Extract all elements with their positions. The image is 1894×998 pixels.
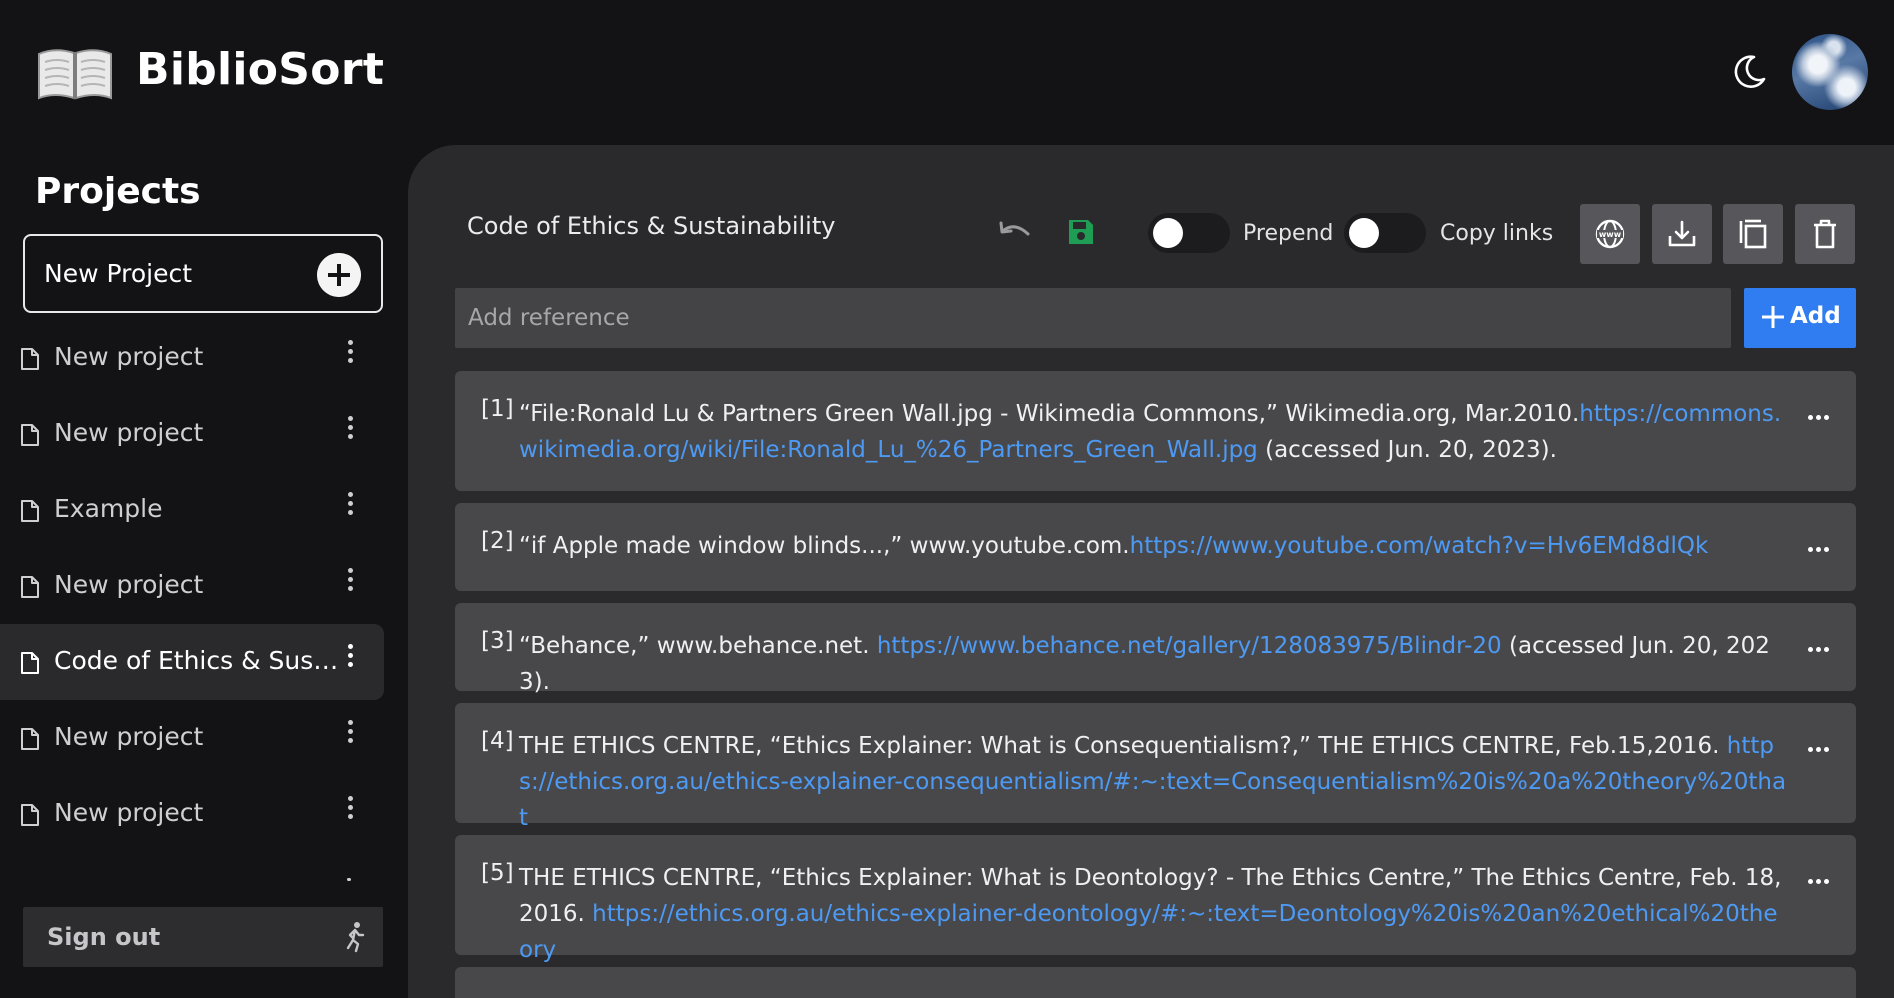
reference-list: [1] “File:Ronald Lu & Partners Green Wal… <box>455 371 1856 998</box>
prepend-toggle[interactable] <box>1148 213 1230 253</box>
reference-card: [5] THE ETHICS CENTRE, “Ethics Explainer… <box>455 835 1856 963</box>
copy-icon <box>1739 219 1767 249</box>
kebab-menu-icon[interactable] <box>344 492 356 522</box>
copy-links-label: Copy links <box>1440 221 1554 246</box>
reference-link[interactable]: https://ethics.org.au/ethics-explainer-d… <box>519 901 1777 963</box>
reference-card: [1] “File:Ronald Lu & Partners Green Wal… <box>455 371 1856 491</box>
kebab-menu-icon[interactable] <box>344 568 356 598</box>
project-name: New project <box>54 418 204 447</box>
more-options-icon[interactable] <box>1808 405 1832 420</box>
sign-out-label: Sign out <box>47 923 161 951</box>
delete-project-button[interactable] <box>1795 204 1855 264</box>
reference-text: “Behance,” www.behance.net. https://www.… <box>519 628 1789 700</box>
new-project-label: New Project <box>44 259 193 288</box>
reference-text: “File:Ronald Lu & Partners Green Wall.jp… <box>519 396 1789 468</box>
add-reference-input[interactable] <box>455 288 1731 348</box>
reference-number: [2] <box>481 528 514 554</box>
reference-text: “if Apple made window blinds...,” www.yo… <box>519 528 1789 564</box>
open-book-icon <box>38 49 112 100</box>
copy-links-toggle[interactable] <box>1344 213 1426 253</box>
plus-icon <box>1762 306 1784 328</box>
file-icon <box>21 576 39 598</box>
kebab-menu-icon[interactable] <box>344 644 356 674</box>
more-options-icon[interactable] <box>1808 869 1832 884</box>
download-icon <box>1668 220 1696 247</box>
plus-circle-icon <box>317 253 361 297</box>
running-person-icon <box>346 922 365 953</box>
avatar[interactable] <box>1792 34 1868 110</box>
reference-link[interactable]: https://www.behance.net/gallery/12808397… <box>877 633 1502 659</box>
more-options-icon[interactable] <box>1808 737 1832 752</box>
more-options-icon[interactable] <box>1808 637 1832 652</box>
file-icon <box>21 804 39 826</box>
download-button[interactable] <box>1652 204 1712 264</box>
sidebar-title: Projects <box>35 171 201 212</box>
reference-number: [3] <box>481 628 514 654</box>
globe-www-icon: www <box>1595 219 1625 249</box>
app-header: BiblioSort <box>0 0 1894 145</box>
reference-body: “File:Ronald Lu & Partners Green Wall.jp… <box>519 401 1580 427</box>
more-options-icon[interactable] <box>1808 537 1832 552</box>
web-search-button[interactable]: www <box>1580 204 1640 264</box>
reference-card: [4] THE ETHICS CENTRE, “Ethics Explainer… <box>455 703 1856 831</box>
reference-number: [5] <box>481 860 514 886</box>
sidebar-item-project-5[interactable]: Code of Ethics & Sustainability <box>0 624 384 700</box>
reference-body: THE ETHICS CENTRE, “Ethics Explainer: Wh… <box>519 733 1727 759</box>
project-name: Code of Ethics & Sustainability <box>54 646 339 675</box>
sidebar-item-project-2[interactable]: New project <box>0 396 384 472</box>
reference-body: “Behance,” www.behance.net. <box>519 633 877 659</box>
sidebar-item-project-1[interactable]: New project <box>0 320 384 396</box>
project-name: Example <box>54 494 163 523</box>
sidebar-item-project-3[interactable]: Example <box>0 472 384 548</box>
save-icon[interactable] <box>1067 218 1095 246</box>
sign-out-button[interactable]: Sign out <box>23 907 383 967</box>
moon-icon[interactable] <box>1730 53 1768 91</box>
reference-text: THE ETHICS CENTRE, “Ethics Explainer: Wh… <box>519 728 1789 836</box>
kebab-menu-icon[interactable] <box>344 340 356 370</box>
reference-card: [3] “Behance,” www.behance.net. https://… <box>455 603 1856 695</box>
copy-all-button[interactable] <box>1723 204 1783 264</box>
sidebar-item-project-4[interactable]: New project <box>0 548 384 624</box>
new-project-button[interactable]: New Project <box>23 234 383 313</box>
file-icon <box>21 424 39 446</box>
undo-icon[interactable] <box>998 218 1032 244</box>
reference-number: [1] <box>481 396 514 422</box>
project-name: New project <box>54 798 204 827</box>
project-list: New project New project Example New proj… <box>0 320 408 852</box>
reference-card: [2] “if Apple made window blinds...,” ww… <box>455 503 1856 591</box>
reference-card-partial <box>455 967 1856 998</box>
add-button-label: Add <box>1790 303 1841 329</box>
prepend-label: Prepend <box>1243 221 1334 246</box>
kebab-menu-icon[interactable] <box>344 720 356 750</box>
scroll-overflow-hint <box>347 878 351 881</box>
sidebar: Projects New Project New project New pro… <box>0 145 408 998</box>
file-icon <box>21 348 39 370</box>
reference-accessed: (accessed Jun. 20, 2023). <box>1257 437 1557 463</box>
project-name: New project <box>54 722 204 751</box>
kebab-menu-icon[interactable] <box>344 796 356 826</box>
file-icon <box>21 500 39 522</box>
file-icon <box>21 728 39 750</box>
svg-text:www: www <box>1599 230 1622 239</box>
project-title: Code of Ethics & Sustainability <box>467 212 836 240</box>
project-name: New project <box>54 570 204 599</box>
reference-text: THE ETHICS CENTRE, “Ethics Explainer: Wh… <box>519 860 1789 968</box>
project-name: New project <box>54 342 204 371</box>
add-reference-button[interactable]: Add <box>1744 288 1856 348</box>
reference-link[interactable]: https://www.youtube.com/watch?v=Hv6EMd8d… <box>1130 533 1709 559</box>
file-icon <box>21 652 39 674</box>
sidebar-item-project-6[interactable]: New project <box>0 700 384 776</box>
trash-icon <box>1814 219 1836 249</box>
reference-body: “if Apple made window blinds...,” www.yo… <box>519 533 1130 559</box>
main-panel: Code of Ethics & Sustainability Prepend … <box>408 145 1894 998</box>
app-title: BiblioSort <box>136 44 385 95</box>
kebab-menu-icon[interactable] <box>344 416 356 446</box>
reference-number: [4] <box>481 728 514 754</box>
sidebar-item-project-7[interactable]: New project <box>0 776 384 852</box>
